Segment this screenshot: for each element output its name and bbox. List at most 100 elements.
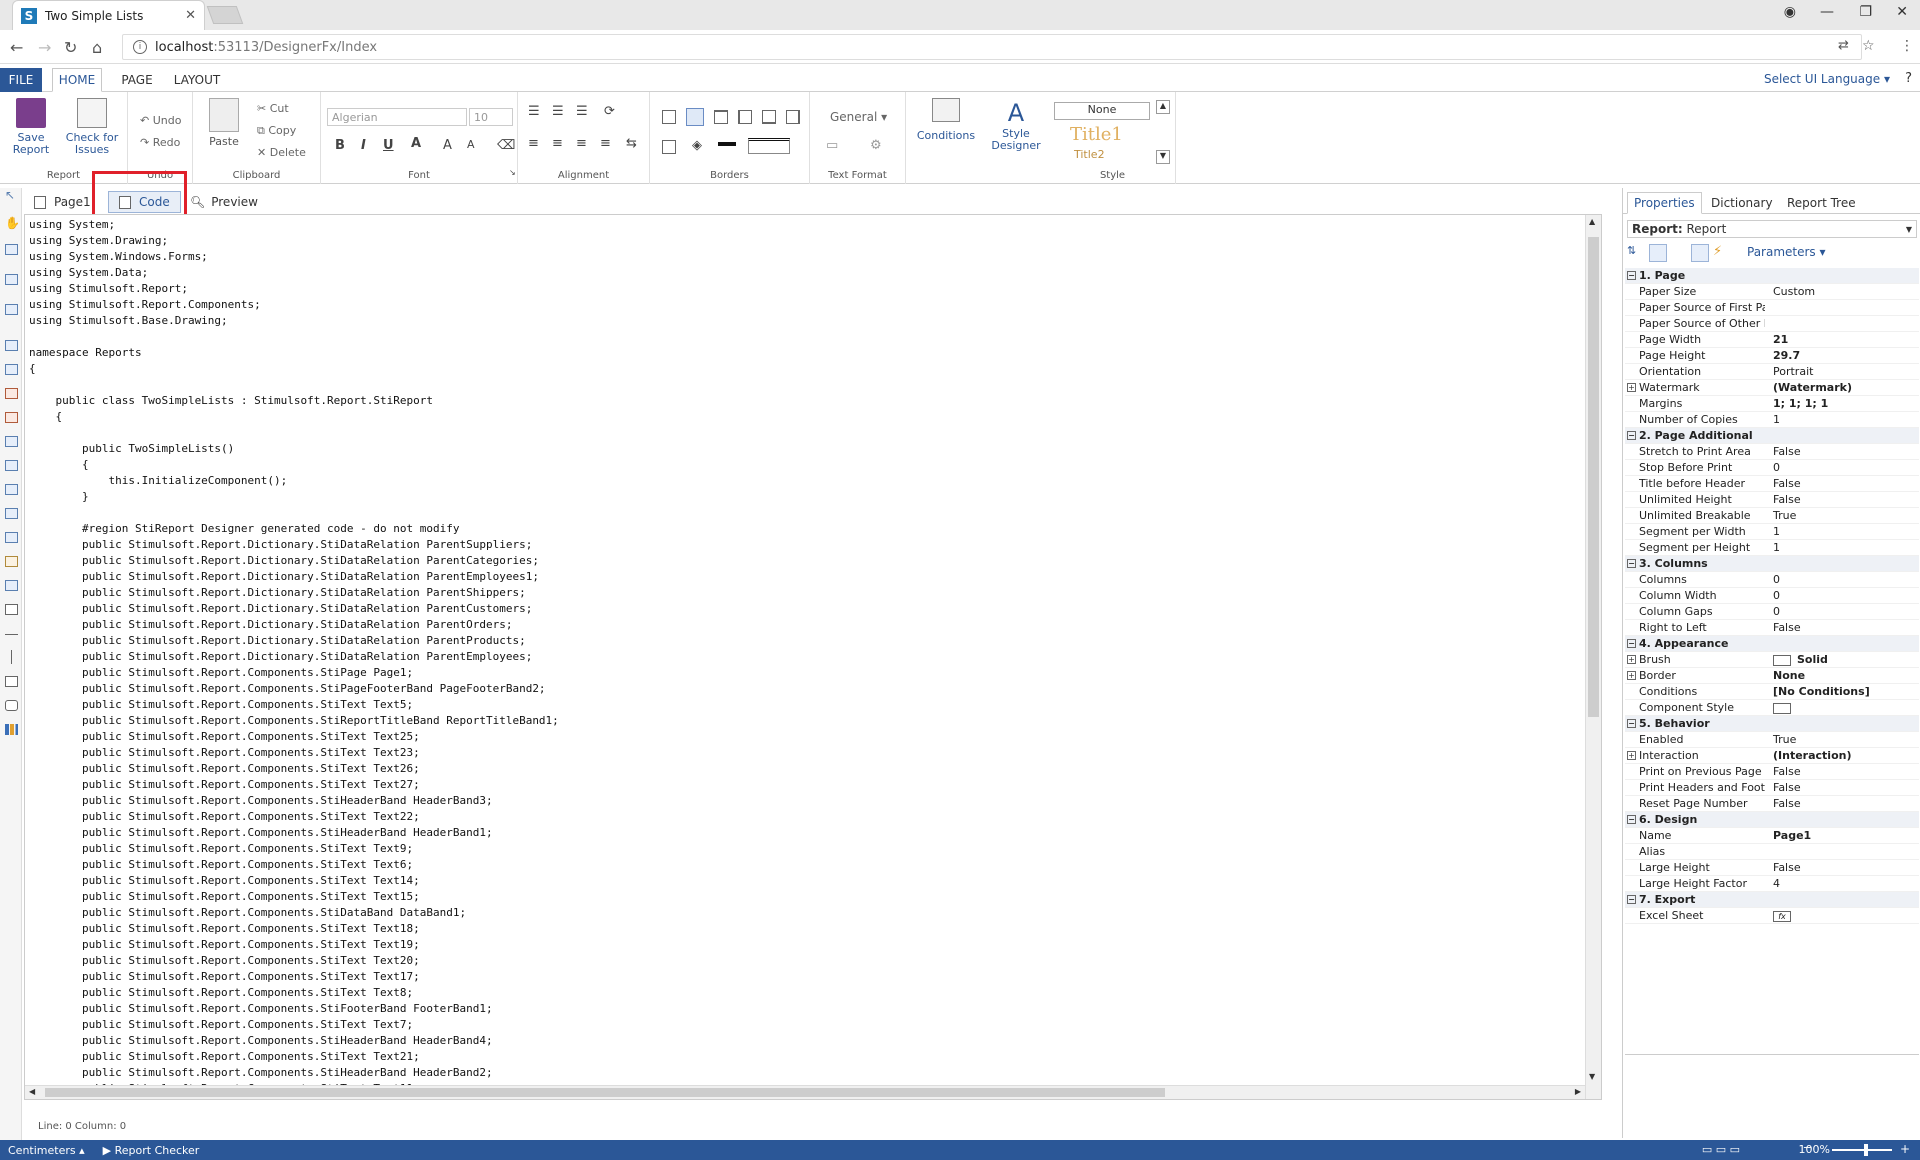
code-line[interactable]: public Stimulsoft.Report.Components.StiH… bbox=[29, 1065, 559, 1081]
property-value[interactable]: False bbox=[1773, 493, 1801, 506]
code-line[interactable]: } bbox=[29, 489, 559, 505]
property-value[interactable]: 0 bbox=[1773, 589, 1780, 602]
browser-tab[interactable]: S Two Simple Lists ✕ bbox=[12, 0, 205, 30]
code-line[interactable]: public Stimulsoft.Report.Components.StiT… bbox=[29, 889, 559, 905]
code-line[interactable]: public Stimulsoft.Report.Components.StiD… bbox=[29, 905, 559, 921]
property-value[interactable]: False bbox=[1773, 765, 1801, 778]
collapse-icon[interactable]: − bbox=[1627, 431, 1636, 440]
url-input[interactable]: i localhost:53113/DesignerFx/Index bbox=[122, 34, 1862, 60]
property-row[interactable]: Paper Source of Other Pages bbox=[1625, 316, 1919, 332]
code-line[interactable]: public Stimulsoft.Report.Components.StiT… bbox=[29, 745, 559, 761]
property-category[interactable]: −1. Page bbox=[1625, 268, 1919, 284]
property-value[interactable]: False bbox=[1773, 861, 1801, 874]
property-row[interactable]: Unlimited Breakable True bbox=[1625, 508, 1919, 524]
property-value[interactable]: [No Conditions] bbox=[1773, 685, 1870, 698]
property-row[interactable]: Reset Page Number False bbox=[1625, 796, 1919, 812]
property-value[interactable]: (Interaction) bbox=[1773, 749, 1851, 762]
property-row[interactable]: Large Height Factor 4 bbox=[1625, 876, 1919, 892]
translate-icon[interactable]: ⇄ bbox=[1838, 38, 1849, 53]
property-row[interactable]: Right to Left False bbox=[1625, 620, 1919, 636]
code-line[interactable]: public Stimulsoft.Report.Components.StiT… bbox=[29, 761, 559, 777]
property-category[interactable]: −7. Export bbox=[1625, 892, 1919, 908]
property-value[interactable]: False bbox=[1773, 797, 1801, 810]
property-row[interactable]: + Border None bbox=[1625, 668, 1919, 684]
tab-home[interactable]: HOME bbox=[52, 68, 102, 92]
code-line[interactable]: using Stimulsoft.Base.Drawing; bbox=[29, 313, 559, 329]
scroll-down-icon[interactable]: ▼ bbox=[1589, 1072, 1595, 1081]
property-value[interactable]: 0 bbox=[1773, 605, 1780, 618]
code-line[interactable]: public Stimulsoft.Report.Dictionary.StiD… bbox=[29, 617, 559, 633]
cut-button[interactable]: ✂ Cut bbox=[257, 102, 289, 115]
property-value[interactable]: 4 bbox=[1773, 877, 1780, 890]
code-line[interactable]: public Stimulsoft.Report.Dictionary.StiD… bbox=[29, 649, 559, 665]
profile-icon[interactable]: ◉ bbox=[1784, 4, 1796, 20]
undo-button[interactable]: ↶ Undo bbox=[140, 114, 181, 127]
border-left-icon[interactable] bbox=[738, 110, 752, 124]
property-row[interactable]: Title before Header False bbox=[1625, 476, 1919, 492]
code-line[interactable] bbox=[29, 329, 559, 345]
property-row[interactable]: Orientation Portrait bbox=[1625, 364, 1919, 380]
code-line[interactable]: public Stimulsoft.Report.Dictionary.StiD… bbox=[29, 537, 559, 553]
properties-view-icon[interactable] bbox=[1691, 244, 1709, 262]
band-tool-icon-3[interactable] bbox=[5, 304, 18, 315]
expand-icon[interactable]: + bbox=[1627, 671, 1636, 680]
vertical-line-icon[interactable] bbox=[11, 650, 12, 664]
property-row[interactable]: Page Height 29.7 bbox=[1625, 348, 1919, 364]
site-info-icon[interactable]: i bbox=[133, 40, 147, 54]
copy-button[interactable]: ⧉ Copy bbox=[257, 124, 296, 138]
file-menu-button[interactable]: FILE bbox=[0, 68, 42, 92]
property-row[interactable]: + Brush Solid bbox=[1625, 652, 1919, 668]
property-value[interactable]: 29.7 bbox=[1773, 349, 1800, 362]
code-line[interactable]: public Stimulsoft.Report.Components.StiT… bbox=[29, 1049, 559, 1065]
property-value[interactable]: False bbox=[1773, 477, 1801, 490]
grow-font-button[interactable]: A bbox=[443, 138, 452, 153]
restore-icon[interactable]: ❐ bbox=[1859, 4, 1872, 20]
style-more-icon[interactable]: ▼ bbox=[1156, 150, 1170, 164]
code-line[interactable]: public Stimulsoft.Report.Components.StiT… bbox=[29, 1017, 559, 1033]
tab-report-tree[interactable]: Report Tree bbox=[1781, 192, 1862, 214]
tab-page1[interactable]: Page1 bbox=[34, 191, 91, 213]
text-component-icon[interactable] bbox=[5, 340, 18, 351]
panel-component-icon[interactable] bbox=[5, 436, 18, 447]
rounded-rectangle-icon[interactable] bbox=[5, 700, 18, 711]
property-value[interactable]: 0 bbox=[1773, 573, 1780, 586]
code-line[interactable]: public Stimulsoft.Report.Dictionary.StiD… bbox=[29, 633, 559, 649]
code-line[interactable]: using System.Data; bbox=[29, 265, 559, 281]
align-center-icon[interactable]: ≡ bbox=[552, 136, 563, 151]
events-lightning-icon[interactable]: ⚡ bbox=[1713, 244, 1731, 262]
code-line[interactable]: this.InitializeComponent(); bbox=[29, 473, 559, 489]
style-designer-button[interactable]: A Style Designer bbox=[986, 98, 1046, 152]
code-line[interactable]: public Stimulsoft.Report.Components.StiP… bbox=[29, 681, 559, 697]
code-line[interactable]: public Stimulsoft.Report.Components.StiT… bbox=[29, 985, 559, 1001]
property-row[interactable]: Stretch to Print Area False bbox=[1625, 444, 1919, 460]
property-category[interactable]: −3. Columns bbox=[1625, 556, 1919, 572]
sort-az-icon[interactable]: ⇅ bbox=[1627, 244, 1645, 262]
property-row[interactable]: Name Page1 bbox=[1625, 828, 1919, 844]
property-row[interactable]: + Interaction (Interaction) bbox=[1625, 748, 1919, 764]
code-line[interactable]: public TwoSimpleLists() bbox=[29, 441, 559, 457]
horizontal-line-icon[interactable] bbox=[5, 634, 18, 635]
delete-button[interactable]: ✕ Delete bbox=[257, 146, 306, 159]
view-mode-icons[interactable]: ▭ ▭ ▭ bbox=[1702, 1143, 1740, 1156]
code-line[interactable]: public Stimulsoft.Report.Components.StiT… bbox=[29, 921, 559, 937]
zoom-slider-knob[interactable] bbox=[1864, 1144, 1868, 1156]
bold-button[interactable]: B bbox=[335, 138, 345, 153]
minimize-icon[interactable]: — bbox=[1820, 4, 1834, 20]
font-size-select[interactable]: 10 bbox=[469, 108, 513, 126]
property-row[interactable]: Alias bbox=[1625, 844, 1919, 860]
zoom-slider[interactable] bbox=[1832, 1149, 1892, 1151]
shrink-font-button[interactable]: A bbox=[467, 138, 475, 151]
code-line[interactable]: { bbox=[29, 457, 559, 473]
expand-icon[interactable]: + bbox=[1627, 655, 1636, 664]
ui-language-select[interactable]: Select UI Language ▾ bbox=[1764, 72, 1890, 86]
vertical-scroll-thumb[interactable] bbox=[1588, 237, 1599, 717]
format-icon-1[interactable]: ▭ bbox=[826, 138, 838, 153]
align-top-icon[interactable]: ☰ bbox=[528, 104, 540, 119]
border-color-icon[interactable] bbox=[718, 142, 736, 146]
font-color-button[interactable]: A bbox=[411, 136, 421, 151]
code-line[interactable] bbox=[29, 425, 559, 441]
code-line[interactable]: public Stimulsoft.Report.Components.StiT… bbox=[29, 841, 559, 857]
cross-tab-component-icon[interactable] bbox=[5, 508, 18, 519]
code-line[interactable]: using System.Drawing; bbox=[29, 233, 559, 249]
property-value[interactable]: 0 bbox=[1773, 461, 1780, 474]
